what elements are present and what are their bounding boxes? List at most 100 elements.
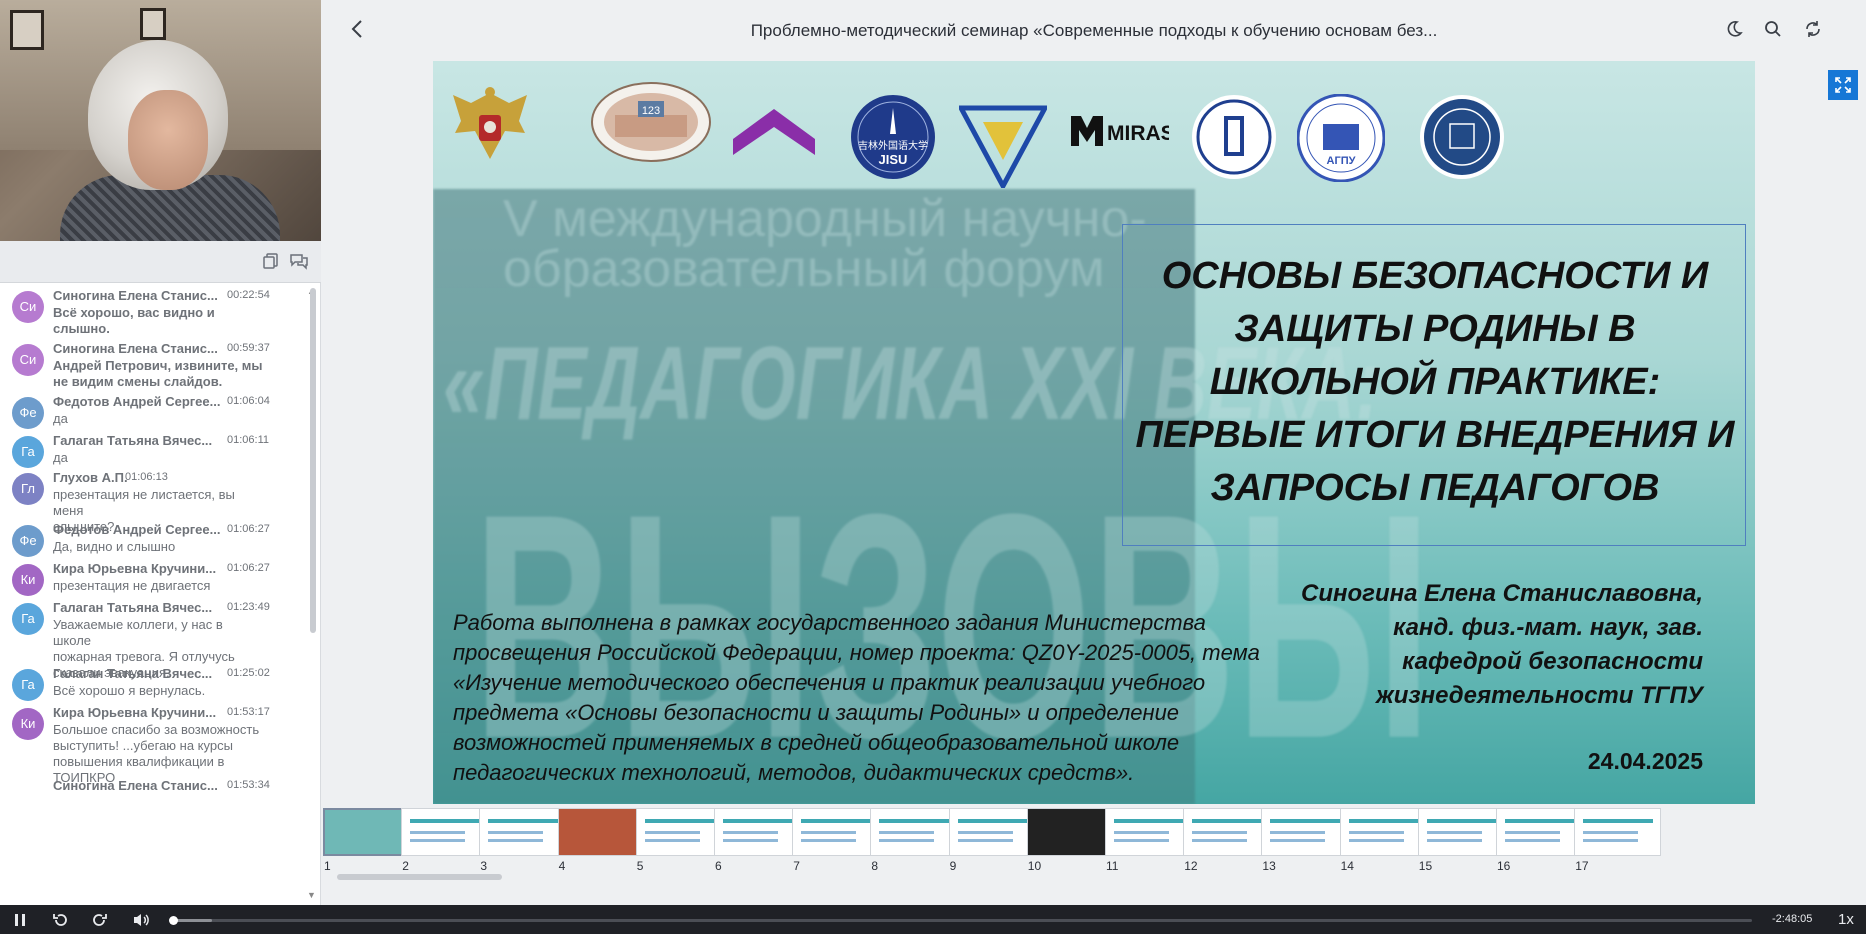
slide-thumbnail[interactable] <box>401 808 489 856</box>
thumbnail-number: 6 <box>715 859 722 873</box>
thumbnail-decor <box>723 819 793 823</box>
thumbnail-decor <box>879 831 935 834</box>
chat-timestamp: 00:59:37 <box>227 342 270 354</box>
webcam-video[interactable] <box>0 0 321 241</box>
chat-text: Всё хорошо, вас видно и слышно. <box>53 305 263 337</box>
video-wall-picture <box>10 10 44 50</box>
slide-thumbnail[interactable] <box>714 808 801 856</box>
thumbnail-number: 3 <box>480 859 488 873</box>
time-remaining: -2:48:05 <box>1772 913 1813 925</box>
ministry-emblem-logo <box>449 83 531 170</box>
slide-thumbnail[interactable] <box>1339 808 1427 856</box>
volume-icon[interactable] <box>132 910 150 933</box>
thumbnail-decor <box>1505 831 1560 834</box>
miras-logo: MIRAS <box>1069 108 1175 157</box>
avatar: Ки <box>12 564 44 596</box>
thumbnail-number: 11 <box>1106 859 1119 873</box>
chat-author: Синогина Елена Станис... <box>53 288 218 303</box>
moon-icon[interactable] <box>1725 20 1743 42</box>
slide-thumbnail[interactable] <box>479 808 567 856</box>
thumbnail-decor <box>644 831 700 834</box>
chat-text-line: выступить! ...убегаю на курсы <box>53 738 233 753</box>
thumbnail-decor <box>1583 839 1639 842</box>
thumbnail-decor <box>410 819 481 823</box>
copy-icon[interactable] <box>261 252 281 272</box>
chat-author: Галаган Татьяна Вячес... <box>53 666 213 681</box>
thumbnail-decor <box>957 831 1013 834</box>
progress-handle[interactable] <box>168 916 178 925</box>
chat-author: Синогина Елена Станис... <box>53 778 218 793</box>
thumbnail-decor <box>957 819 1028 823</box>
rewind-icon[interactable] <box>52 910 68 933</box>
thumbnail-decor <box>1192 839 1248 842</box>
chat-bubbles-icon[interactable] <box>289 252 309 272</box>
thumbnail-decor <box>1192 819 1263 823</box>
avatar: Фе <box>12 397 44 429</box>
chat-author: Синогина Елена Станис... <box>53 341 218 356</box>
hse-logo <box>1191 94 1277 185</box>
fullscreen-button[interactable] <box>1828 70 1858 100</box>
slide-thumbnail[interactable] <box>1496 808 1583 856</box>
slide-title-line: ЗАЩИТЫ РОДИНЫ В <box>1234 308 1636 350</box>
chat-text-line: Всё хорошо я вернулась. <box>53 683 206 698</box>
chat-text-line: Андрей Петрович, извините, мы <box>53 358 263 373</box>
slide-thumbnail[interactable] <box>792 808 880 856</box>
thumbnail-decor <box>801 831 857 834</box>
slide-thumbnail[interactable] <box>1417 808 1505 856</box>
sync-icon[interactable] <box>1804 20 1822 42</box>
slide-thumbnail[interactable] <box>1105 808 1192 856</box>
slide-thumbnail[interactable] <box>1261 808 1349 856</box>
svg-text:JISU: JISU <box>879 152 908 167</box>
thumbnail-decor <box>1426 819 1497 823</box>
chat-timestamp: 01:25:02 <box>227 667 270 679</box>
svg-text:吉林外国语大学: 吉林外国语大学 <box>858 139 928 152</box>
pause-icon[interactable] <box>14 910 26 933</box>
presentation-slide[interactable]: V международный научно- образовательный … <box>433 61 1755 804</box>
chat-author: Галаган Татьяна Вячес... <box>53 600 213 615</box>
chat-text-line: не видим смены слайдов. <box>53 374 223 389</box>
thumbnail-decor <box>879 819 950 823</box>
chat-text-line: повышения квалификации в <box>53 754 225 769</box>
thumbnail-number: 10 <box>1027 859 1042 873</box>
chat-list[interactable]: Си Синогина Елена Станис... 00:22:54 Всё хо… <box>0 284 321 905</box>
slide-thumbnail[interactable] <box>948 808 1036 856</box>
thumbnail-decor <box>879 839 935 842</box>
left-panel: Си Синогина Елена Станис... 00:22:54 Всё хо… <box>0 0 321 905</box>
chat-text-line: слышно. <box>53 321 110 336</box>
chat-scrollbar[interactable] <box>310 288 316 633</box>
thumbnail-decor <box>1583 819 1654 823</box>
thumbnail-decor <box>1270 831 1326 834</box>
progress-track[interactable] <box>170 919 1752 922</box>
search-icon[interactable] <box>1764 20 1782 42</box>
work-description-line: возможностей применяемых в средней общео… <box>453 730 1180 755</box>
author-line: Синогина Елена Станиславовна, <box>1301 580 1703 607</box>
chat-scroll-down-icon[interactable]: ▼ <box>307 890 316 900</box>
slide-thumbnail[interactable] <box>1574 808 1662 856</box>
svg-text:MIRAS: MIRAS <box>1107 122 1169 145</box>
slide-thumbnail[interactable] <box>1026 808 1114 856</box>
thumbnail-decor <box>1583 831 1639 834</box>
thumbnails-scrollbar[interactable] <box>337 874 502 880</box>
thumbnail-number: 13 <box>1262 859 1276 873</box>
slide-thumbnail[interactable] <box>870 808 958 856</box>
slide-thumbnails[interactable]: 1 2 3 4 5 6 7 8 9 10 11 12 13 14 15 16 17 <box>322 806 1866 878</box>
thumbnail-number: 7 <box>793 859 800 873</box>
chat-toolbar <box>0 241 321 283</box>
slide-thumbnail[interactable] <box>635 808 723 856</box>
slide-title-line: ОСНОВЫ БЕЗОПАСНОСТИ И <box>1161 255 1709 297</box>
slide-thumbnail[interactable] <box>1183 808 1271 856</box>
slide-thumbnail[interactable] <box>323 808 410 856</box>
chat-text-line: пожарная тревога. Я отлучусь <box>53 649 235 664</box>
chat-text-line: Да, видно и слышно <box>53 539 176 554</box>
chat-timestamp: 00:22:54 <box>227 289 270 301</box>
author-line: жизнедеятельности ТГПУ <box>1376 682 1703 709</box>
thumbnail-decor <box>488 831 544 834</box>
chat-text: презентация не двигается <box>53 578 263 594</box>
video-wall-picture <box>140 8 166 40</box>
chat-timestamp: 01:53:34 <box>227 779 270 791</box>
playback-speed-button[interactable]: 1x <box>1838 911 1854 928</box>
slide-thumbnail[interactable] <box>557 808 645 856</box>
thumbnail-decor <box>1270 819 1341 823</box>
thumbnail-number: 4 <box>558 859 566 873</box>
forward-icon[interactable] <box>92 910 108 933</box>
